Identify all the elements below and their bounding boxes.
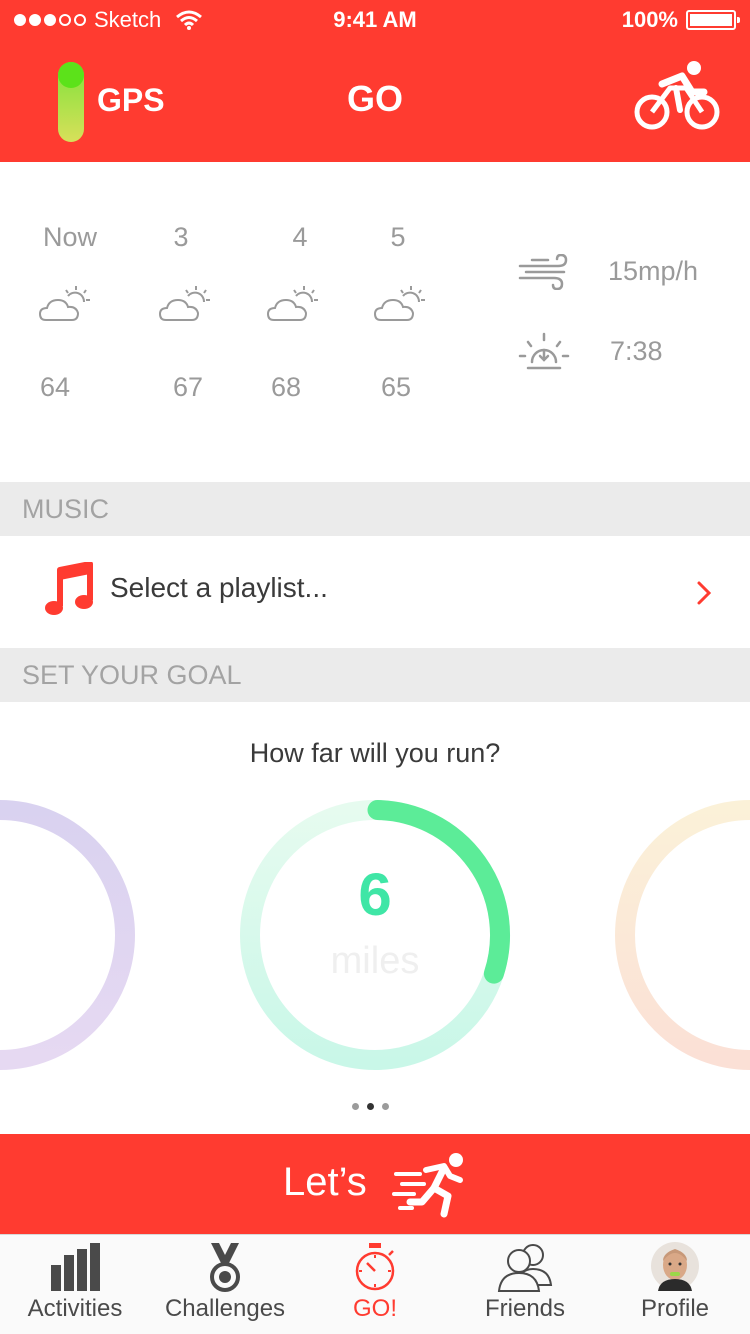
forecast-temp: 64 [40, 372, 71, 402]
medal-icon [210, 1243, 240, 1292]
page-indicator[interactable] [352, 1103, 389, 1110]
goal-question: How far will you run? [249, 738, 501, 768]
tab-bar: Activities Challenges GO! Friends Profil… [0, 1234, 750, 1334]
tab-label: Friends [484, 1295, 566, 1322]
goal-section-header: SET YOUR GOAL [0, 648, 750, 702]
playlist-prompt: Select a playlist... [110, 572, 328, 603]
tab-activities[interactable]: Activities [0, 1235, 150, 1334]
forecast-hour: Now [42, 222, 97, 252]
chevron-right-icon[interactable] [694, 580, 714, 606]
tab-label: Challenges [164, 1295, 286, 1322]
tab-challenges[interactable]: Challenges [150, 1235, 300, 1334]
partly-cloudy-icon [38, 286, 90, 321]
tab-profile[interactable]: Profile [600, 1235, 750, 1334]
forecast-hour: 4 [292, 222, 308, 252]
battery-icon [686, 10, 740, 30]
music-note-icon [45, 562, 93, 615]
previous-goal-dial [0, 800, 135, 1070]
status-bar: Sketch 9:41 AM 100% [0, 0, 750, 40]
tab-label: Activities [27, 1295, 123, 1322]
nav-bar: GPS GO [0, 40, 750, 162]
tab-label: Profile [640, 1295, 710, 1322]
forecast-hour: 5 [390, 222, 406, 252]
weather-panel: Now 3 4 5 64 67 68 65 15mp/h 7:38 [0, 162, 750, 482]
partly-cloudy-icon [373, 286, 425, 321]
section-title: MUSIC [22, 494, 109, 524]
forecast-hour: 3 [173, 222, 189, 252]
runner-icon [392, 1153, 463, 1218]
music-section-header: MUSIC [0, 482, 750, 536]
sunrise-icon [518, 332, 570, 370]
forecast-temp: 68 [271, 372, 302, 402]
start-run-label: Let’s [283, 1160, 367, 1204]
page-dot-active[interactable] [367, 1103, 374, 1110]
goal-dial-carousel[interactable] [0, 790, 750, 1080]
bicycle-icon[interactable] [632, 58, 722, 134]
forecast-temp: 65 [381, 372, 412, 402]
wind-icon [518, 254, 568, 290]
tab-go[interactable]: GO! [300, 1235, 450, 1334]
start-run-button[interactable]: Let’s [0, 1134, 750, 1234]
bar-chart-icon [51, 1243, 100, 1291]
page-dot[interactable] [352, 1103, 359, 1110]
partly-cloudy-icon [158, 286, 210, 321]
avatar [651, 1242, 699, 1291]
forecast-temp: 67 [173, 372, 204, 402]
sunrise-time: 7:38 [610, 336, 663, 366]
select-playlist-row[interactable]: Select a playlist... [0, 536, 750, 648]
tab-friends[interactable]: Friends [450, 1235, 600, 1334]
goal-value: 6 [358, 861, 392, 928]
tab-label: GO! [352, 1295, 397, 1322]
next-goal-dial [615, 800, 750, 1070]
page-dot[interactable] [382, 1103, 389, 1110]
status-right: 100% [621, 7, 740, 33]
friends-icon [497, 1244, 553, 1292]
section-title: SET YOUR GOAL [22, 660, 242, 690]
wind-speed: 15mp/h [608, 256, 699, 286]
battery-percent: 100% [621, 7, 678, 32]
partly-cloudy-icon [266, 286, 318, 321]
goal-unit: miles [330, 940, 420, 982]
stopwatch-icon [355, 1243, 395, 1291]
